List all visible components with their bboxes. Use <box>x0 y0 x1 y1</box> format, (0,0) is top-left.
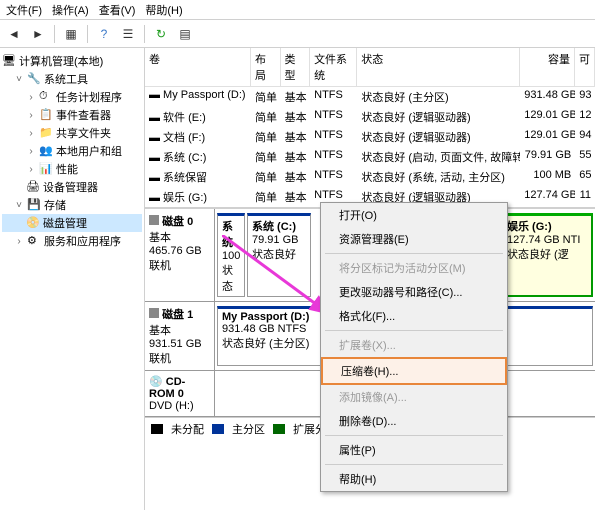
col-type[interactable]: 类型 <box>281 48 311 86</box>
tree-shared[interactable]: ›📁共享文件夹 <box>2 124 142 142</box>
tree-eventviewer[interactable]: ›📋事件查看器 <box>2 106 142 124</box>
tree-localusers[interactable]: ›👥本地用户和组 <box>2 142 142 160</box>
ctx-mark-active: 将分区标记为活动分区(M) <box>321 256 507 280</box>
volume-row[interactable]: ▬ 文档 (F:)简单基本NTFS状态良好 (逻辑驱动器)129.01 GB94 <box>145 127 595 147</box>
tree-perf[interactable]: ›📊性能 <box>2 160 142 178</box>
col-volume[interactable]: 卷 <box>145 48 251 86</box>
cdrom-label: 💿 CD-ROM 0 DVD (H:) <box>145 371 215 416</box>
help-icon[interactable]: ? <box>94 24 114 44</box>
tree-diskmgmt[interactable]: 📀磁盘管理 <box>2 214 142 232</box>
menu-action[interactable]: 操作(A) <box>52 2 89 18</box>
ctx-change-drive[interactable]: 更改驱动器号和路径(C)... <box>321 280 507 304</box>
tree-storage[interactable]: ˅💾存储 <box>2 196 142 214</box>
volume-table: 卷 布局 类型 文件系统 状态 容量 可 ▬ My Passport (D:)简… <box>145 48 595 208</box>
menu-bar: 文件(F) 操作(A) 查看(V) 帮助(H) <box>0 0 595 20</box>
col-status[interactable]: 状态 <box>357 48 520 86</box>
disk-1-label: 磁盘 1 基本 931.51 GB 联机 <box>145 302 215 370</box>
tree-scheduler[interactable]: ›⏱任务计划程序 <box>2 88 142 106</box>
forward-icon[interactable]: ► <box>28 24 48 44</box>
col-free[interactable]: 可 <box>575 48 595 86</box>
volume-header: 卷 布局 类型 文件系统 状态 容量 可 <box>145 48 595 87</box>
tree-root[interactable]: 🖥计算机管理(本地) <box>2 52 142 70</box>
ctx-format[interactable]: 格式化(F)... <box>321 304 507 328</box>
list-icon[interactable]: ☰ <box>118 24 138 44</box>
tree-systools[interactable]: ˅🔧系统工具 <box>2 70 142 88</box>
col-layout[interactable]: 布局 <box>251 48 281 86</box>
col-capacity[interactable]: 容量 <box>520 48 575 86</box>
legend-unalloc: 未分配 <box>171 421 204 437</box>
menu-file[interactable]: 文件(F) <box>6 2 42 18</box>
tree-devmgr[interactable]: 🖨设备管理器 <box>2 178 142 196</box>
partition-g-selected[interactable]: 娱乐 (G:)127.74 GB NTI状态良好 (逻 <box>501 213 593 297</box>
volume-row[interactable]: ▬ 软件 (E:)简单基本NTFS状态良好 (逻辑驱动器)129.01 GB12 <box>145 107 595 127</box>
toolbar: ◄ ► ▦ ? ☰ ↻ ▤ <box>0 20 595 48</box>
back-icon[interactable]: ◄ <box>4 24 24 44</box>
tree-services[interactable]: ›⚙服务和应用程序 <box>2 232 142 250</box>
ctx-open[interactable]: 打开(O) <box>321 203 507 227</box>
ctx-help[interactable]: 帮助(H) <box>321 467 507 491</box>
nav-tree: 🖥计算机管理(本地) ˅🔧系统工具 ›⏱任务计划程序 ›📋事件查看器 ›📁共享文… <box>0 48 145 510</box>
menu-help[interactable]: 帮助(H) <box>145 2 182 18</box>
ctx-mirror: 添加镜像(A)... <box>321 385 507 409</box>
menu-view[interactable]: 查看(V) <box>99 2 136 18</box>
col-fs[interactable]: 文件系统 <box>310 48 357 86</box>
refresh-icon[interactable]: ↻ <box>151 24 171 44</box>
settings-icon[interactable]: ▤ <box>175 24 195 44</box>
volume-row[interactable]: ▬ My Passport (D:)简单基本NTFS状态良好 (主分区)931.… <box>145 87 595 107</box>
view-icon[interactable]: ▦ <box>61 24 81 44</box>
context-menu: 打开(O) 资源管理器(E) 将分区标记为活动分区(M) 更改驱动器号和路径(C… <box>320 202 508 492</box>
ctx-shrink[interactable]: 压缩卷(H)... <box>321 357 507 385</box>
ctx-props[interactable]: 属性(P) <box>321 438 507 462</box>
ctx-extend: 扩展卷(X)... <box>321 333 507 357</box>
volume-row[interactable]: ▬ 系统 (C:)简单基本NTFS状态良好 (启动, 页面文件, 故障转储, 主… <box>145 147 595 167</box>
volume-row[interactable]: ▬ 系统保留简单基本NTFS状态良好 (系统, 活动, 主分区)100 MB65 <box>145 167 595 187</box>
legend-primary: 主分区 <box>232 421 265 437</box>
ctx-delete[interactable]: 删除卷(D)... <box>321 409 507 433</box>
disk-0-label: 磁盘 0 基本 465.76 GB 联机 <box>145 209 215 301</box>
ctx-explorer[interactable]: 资源管理器(E) <box>321 227 507 251</box>
